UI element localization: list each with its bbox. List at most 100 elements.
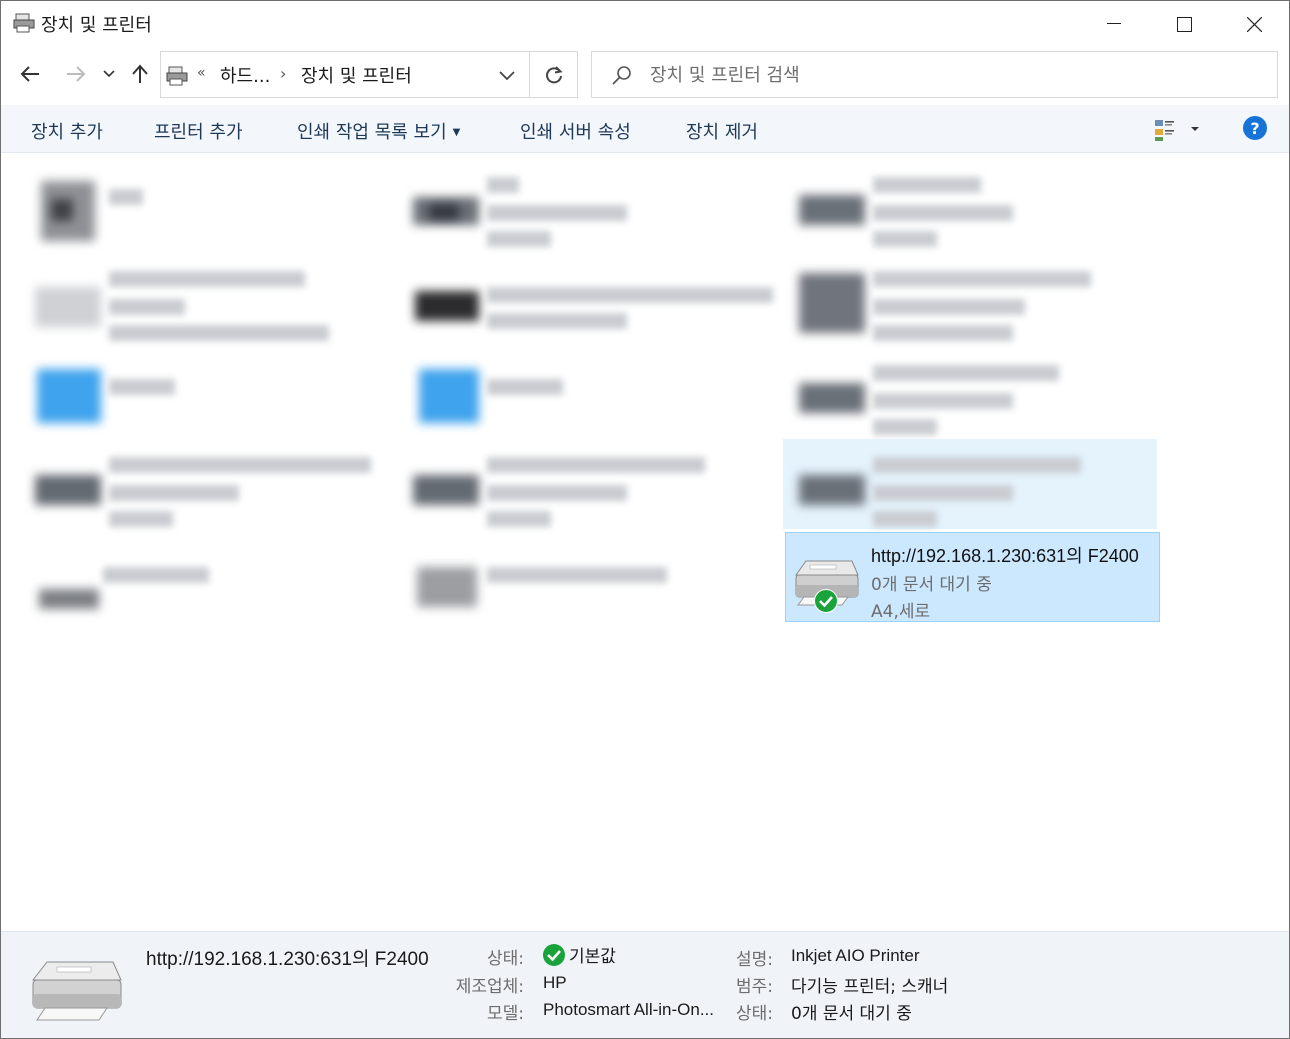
device-icon (407, 263, 479, 335)
breadcrumb-overflow[interactable]: « (197, 65, 206, 81)
device-text-obscured (487, 545, 777, 625)
device-item-hovered[interactable] (783, 439, 1157, 529)
details-status-value: 기본값 (543, 942, 616, 967)
title-bar: 장치 및 프린터 (1, 1, 1289, 47)
refresh-icon (546, 65, 563, 83)
device-icon (29, 169, 101, 241)
back-button[interactable] (15, 59, 45, 89)
device-text-obscured (873, 355, 1163, 435)
device-text-obscured (103, 545, 393, 625)
device-text-obscured (873, 445, 1163, 527)
printer-folder-icon (13, 13, 35, 33)
device-item[interactable] (23, 539, 399, 627)
refresh-button[interactable] (529, 52, 578, 97)
device-item[interactable] (787, 255, 1163, 343)
details-model-label: 모델: (486, 1004, 524, 1024)
device-item[interactable] (401, 161, 777, 249)
printer-folder-icon (166, 66, 188, 86)
device-text-obscured (109, 167, 399, 247)
device-paper-setting: A4,세로 (871, 602, 931, 622)
device-item[interactable] (401, 349, 777, 437)
device-icon (793, 169, 865, 241)
details-manufacturer-label: 제조업체: (455, 977, 524, 997)
details-model-value: Photosmart All-in-On... (543, 1000, 715, 1019)
device-item[interactable] (401, 255, 777, 343)
devices-and-printers-window: 장치 및 프린터 « 하드... › 장치 및 프린터 장치 및 프린터 검색 … (0, 0, 1290, 1039)
view-options-button[interactable] (1153, 117, 1203, 143)
print-queue-label: 인쇄 작업 목록 보기 (297, 122, 447, 143)
device-item[interactable] (23, 255, 399, 343)
device-queue-status: 0개 문서 대기 중 (871, 575, 992, 595)
status-value-text: 기본값 (569, 947, 616, 967)
details-pane: http://192.168.1.230:631의 F2400 상태: 기본값 … (1, 931, 1289, 1038)
device-item[interactable] (23, 441, 399, 529)
device-icon (407, 169, 479, 241)
device-icon (407, 547, 479, 619)
device-text-obscured (487, 355, 777, 435)
breadcrumb-separator[interactable]: › (280, 64, 286, 83)
printer-icon (31, 961, 122, 1021)
maximize-icon (1176, 16, 1192, 32)
device-item[interactable] (401, 441, 777, 529)
device-item[interactable] (23, 161, 399, 249)
recent-locations-button[interactable] (97, 59, 121, 89)
up-button[interactable] (125, 59, 155, 89)
details-manufacturer-value: HP (543, 973, 567, 992)
minimize-icon (1107, 23, 1121, 24)
view-options-icon (1155, 120, 1199, 141)
device-item[interactable] (787, 161, 1163, 249)
add-printer-button[interactable]: 프린터 추가 (154, 118, 243, 144)
device-text-obscured (487, 167, 777, 247)
address-dropdown-button[interactable] (495, 64, 519, 86)
back-arrow-icon (20, 66, 39, 82)
search-icon (612, 66, 631, 85)
forward-arrow-icon (67, 66, 86, 82)
device-name: http://192.168.1.230:631의 F2400 (871, 546, 1139, 566)
print-queue-button[interactable]: 인쇄 작업 목록 보기 ▼ (297, 118, 460, 144)
device-text-obscured (873, 261, 1163, 341)
details-queue-value: 0개 문서 대기 중 (791, 1004, 912, 1024)
breadcrumb-devices-printers[interactable]: 장치 및 프린터 (301, 62, 412, 88)
details-description-label: 설명: (735, 950, 773, 970)
forward-button[interactable] (61, 59, 91, 89)
chevron-down-icon (103, 70, 115, 78)
device-icon (29, 547, 101, 619)
device-icon (793, 263, 865, 335)
search-input[interactable] (650, 62, 1250, 88)
address-bar[interactable]: « 하드... › 장치 및 프린터 (160, 51, 578, 98)
help-button[interactable]: ? (1243, 116, 1267, 140)
device-item[interactable] (23, 349, 399, 437)
window-title: 장치 및 프린터 (41, 15, 152, 36)
default-check-icon (814, 589, 838, 613)
chevron-down-icon (499, 71, 515, 81)
device-text-obscured (109, 447, 399, 527)
search-box[interactable] (591, 51, 1278, 98)
details-description-value: Inkjet AIO Printer (791, 946, 920, 965)
device-item[interactable] (787, 349, 1163, 437)
print-server-properties-button[interactable]: 인쇄 서버 속성 (520, 118, 631, 144)
device-icon (29, 263, 101, 335)
details-queue-label: 상태: (735, 1004, 773, 1024)
details-category-value: 다기능 프린터; 스캐너 (791, 977, 949, 997)
minimize-button[interactable] (1079, 1, 1149, 47)
device-text-obscured (109, 355, 399, 435)
device-text-obscured (487, 261, 777, 341)
device-icon (793, 357, 865, 429)
maximize-button[interactable] (1149, 1, 1219, 47)
breadcrumb-hardware[interactable]: 하드... (220, 62, 270, 88)
device-icon (29, 449, 101, 521)
details-category-label: 범주: (735, 977, 773, 997)
device-icon (407, 449, 479, 521)
add-device-button[interactable]: 장치 추가 (31, 118, 103, 144)
caret-down-icon: ▼ (452, 127, 461, 138)
close-icon (1246, 16, 1262, 32)
device-icon (29, 357, 101, 429)
device-text-obscured (109, 261, 399, 341)
device-item-selected-f2400[interactable]: http://192.168.1.230:631의 F2400 0개 문서 대기… (785, 532, 1160, 622)
command-bar: 장치 추가 프린터 추가 인쇄 작업 목록 보기 ▼ 인쇄 서버 속성 장치 제거 (1, 105, 1289, 153)
device-item[interactable] (401, 539, 777, 627)
default-check-icon (543, 944, 565, 966)
device-text-obscured (487, 447, 777, 527)
close-button[interactable] (1219, 1, 1289, 47)
remove-device-button[interactable]: 장치 제거 (686, 118, 758, 144)
